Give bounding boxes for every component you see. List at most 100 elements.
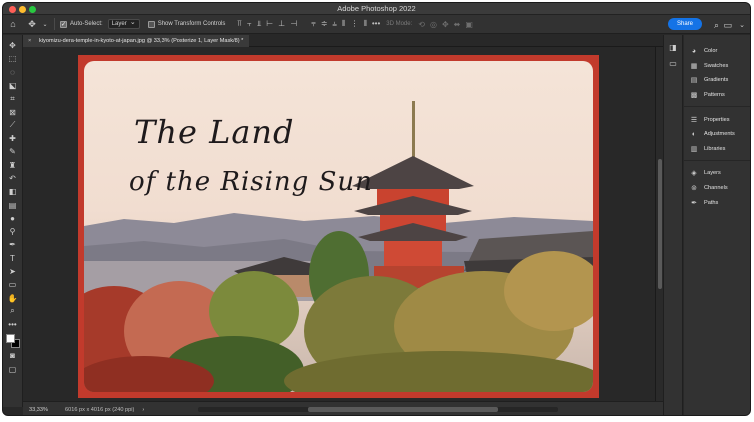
align-bottom-icon[interactable]: ⫫ xyxy=(257,19,262,29)
distribute-horizontal-icon[interactable]: ⋮ xyxy=(350,19,358,29)
tool-preset-chevron-icon[interactable]: ⌄ xyxy=(41,18,49,30)
type-tool-icon[interactable]: T xyxy=(6,253,20,264)
panel-color[interactable]: ◕ Color xyxy=(684,44,750,59)
panel-swatches[interactable]: ▦ Swatches xyxy=(684,59,750,74)
distribute-center-icon[interactable]: ≑ xyxy=(321,19,328,29)
lasso-tool-icon[interactable]: ◌ xyxy=(6,67,20,78)
workspace-icon[interactable]: ▭ xyxy=(723,19,732,31)
document-tab[interactable]: × kiyomizu-dera-temple-in-kyoto-at-japan… xyxy=(23,35,250,47)
channels-icon: ⊚ xyxy=(691,185,697,193)
3d-orbit-icon[interactable]: ⟲ xyxy=(418,20,425,29)
home-icon[interactable]: ⌂ xyxy=(3,18,23,30)
zoom-tool-icon[interactable]: ⌕ xyxy=(6,306,20,317)
distribute-right-icon[interactable]: ⫴ xyxy=(363,19,366,29)
3d-mode-buttons: ⟲ ◎ ✥ ⬌ ▣ xyxy=(418,20,473,29)
window-title: Adobe Photoshop 2022 xyxy=(337,4,416,13)
sliders-icon: ☰ xyxy=(690,116,698,124)
show-transform-controls-checkbox[interactable] xyxy=(147,20,155,28)
history-panel-icon[interactable]: ◨ xyxy=(669,43,677,52)
tools-panel: ✥ ⬚ ◌ ⬕ ⌗ ⊠ ⟋ ✚ ✎ ♜ ↶ ◧ ▤ ● ⚲ ✒ T ➤ ▭ ✋ … xyxy=(3,35,23,407)
move-tool-icon[interactable]: ✥ xyxy=(23,18,41,30)
pen-tool-icon[interactable]: ✒ xyxy=(6,239,20,250)
panel-properties[interactable]: ☰ Properties xyxy=(684,112,750,127)
vertical-scrollbar[interactable] xyxy=(655,47,663,401)
align-left-icon[interactable]: ⊢ xyxy=(266,19,273,29)
rectangle-tool-icon[interactable]: ▭ xyxy=(6,279,20,290)
distribute-top-icon[interactable]: ⫧ xyxy=(311,19,316,29)
align-right-icon[interactable]: ⊣ xyxy=(290,19,297,29)
title-bar: Adobe Photoshop 2022 xyxy=(3,3,750,15)
eyedropper-tool-icon[interactable]: ⟋ xyxy=(6,120,20,131)
more-options-icon[interactable]: ••• xyxy=(372,19,380,29)
eraser-tool-icon[interactable]: ◧ xyxy=(6,186,20,197)
zoom-level[interactable]: 33,33% xyxy=(29,407,51,413)
foreground-color-swatch[interactable] xyxy=(5,334,15,344)
horizontal-scrollbar-thumb[interactable] xyxy=(308,407,498,412)
gradient-tool-icon[interactable]: ▤ xyxy=(6,199,20,210)
color-swatches[interactable] xyxy=(5,334,20,349)
path-selection-tool-icon[interactable]: ➤ xyxy=(6,266,20,277)
distribute-left-icon[interactable]: ⦀ xyxy=(342,19,346,29)
maximize-window-button[interactable] xyxy=(29,6,36,13)
photo-kiyomizu-dera[interactable]: The Land of the Rising Sun xyxy=(84,61,593,392)
comments-panel-icon[interactable]: ▭ xyxy=(669,59,677,68)
marquee-tool-icon[interactable]: ⬚ xyxy=(6,53,20,64)
options-bar: ⌂ ✥ ⌄ ✓ Auto-Select: Layer Show Transfor… xyxy=(3,15,750,34)
dodge-tool-icon[interactable]: ⚲ xyxy=(6,226,20,237)
3d-roll-icon[interactable]: ◎ xyxy=(430,20,437,29)
align-horizontal-center-icon[interactable]: ⊥ xyxy=(278,19,285,29)
panel-adjustments[interactable]: ◐ Adjustments xyxy=(684,127,750,142)
3d-slide-icon[interactable]: ⬌ xyxy=(454,20,461,29)
move-tool-icon[interactable]: ✥ xyxy=(6,40,20,51)
auto-select-label: Auto-Select: xyxy=(70,21,103,27)
collapsed-panel-strip: ◨ ▭ xyxy=(663,35,683,415)
frame-tool-icon[interactable]: ⊠ xyxy=(6,106,20,117)
search-icon[interactable]: ⌕ xyxy=(714,19,719,31)
photoshop-window: Adobe Photoshop 2022 ⌂ ✥ ⌄ ✓ Auto-Select… xyxy=(2,2,751,416)
workspace-chevron-icon[interactable]: ⌄ xyxy=(739,19,745,31)
edit-toolbar-icon[interactable]: ••• xyxy=(6,319,20,330)
auto-select-target-dropdown[interactable]: Layer xyxy=(107,18,140,29)
quick-mask-icon[interactable]: ◙ xyxy=(6,350,20,361)
show-transform-controls-label: Show Transform Controls xyxy=(157,21,226,27)
panel-libraries[interactable]: ▥ Libraries xyxy=(684,142,750,157)
align-vertical-center-icon[interactable]: ⫟ xyxy=(247,19,252,29)
3d-mode-label: 3D Mode: xyxy=(386,21,413,27)
align-top-icon[interactable]: ⫪ xyxy=(237,19,242,29)
panel-paths[interactable]: ✒ Paths xyxy=(684,195,750,210)
panel-gradients[interactable]: ▤ Gradients xyxy=(684,73,750,88)
color-wheel-icon: ◕ xyxy=(691,47,697,55)
object-selection-tool-icon[interactable]: ⬕ xyxy=(6,80,20,91)
3d-scale-icon[interactable]: ▣ xyxy=(465,20,473,29)
minimize-window-button[interactable] xyxy=(19,6,26,13)
close-window-button[interactable] xyxy=(9,6,16,13)
horizontal-scrollbar[interactable] xyxy=(198,407,558,412)
panel-group-color: ◕ Color ▦ Swatches ▤ Gradients ▩ Patterns xyxy=(684,44,750,108)
divider xyxy=(54,18,55,30)
panel-patterns[interactable]: ▩ Patterns xyxy=(684,88,750,103)
tagline-line-1: The Land xyxy=(134,113,295,151)
history-brush-tool-icon[interactable]: ↶ xyxy=(6,173,20,184)
vertical-scrollbar-thumb[interactable] xyxy=(658,159,662,289)
clone-stamp-tool-icon[interactable]: ♜ xyxy=(6,160,20,171)
hand-tool-icon[interactable]: ✋ xyxy=(6,292,20,303)
distribute-bottom-icon[interactable]: ⫨ xyxy=(332,19,337,29)
panel-channels[interactable]: ⊚ Channels xyxy=(684,181,750,196)
canvas-area[interactable]: The Land of the Rising Sun xyxy=(23,47,655,401)
crop-tool-icon[interactable]: ⌗ xyxy=(6,93,20,104)
artwork-frame[interactable]: The Land of the Rising Sun xyxy=(78,55,599,398)
screen-mode-icon[interactable]: ▢ xyxy=(6,363,20,374)
panel-layers[interactable]: ◈ Layers xyxy=(684,166,750,181)
layers-icon: ◈ xyxy=(691,170,697,178)
document-tab-title: kiyomizu-dera-temple-in-kyoto-at-japan.j… xyxy=(39,38,244,44)
share-button[interactable]: Share xyxy=(667,18,702,30)
3d-pan-icon[interactable]: ✥ xyxy=(442,20,449,29)
blur-tool-icon[interactable]: ● xyxy=(6,213,20,224)
auto-select-checkbox[interactable]: ✓ xyxy=(60,20,67,28)
close-tab-icon[interactable]: × xyxy=(28,35,31,47)
panel-group-properties: ☰ Properties ◐ Adjustments ▥ Libraries xyxy=(684,112,750,162)
status-menu-arrow[interactable]: › xyxy=(142,407,144,413)
healing-brush-tool-icon[interactable]: ✚ xyxy=(6,133,20,144)
brush-tool-icon[interactable]: ✎ xyxy=(6,146,20,157)
status-bar: 33,33% 6016 px x 4016 px (240 ppi) › xyxy=(23,401,663,415)
